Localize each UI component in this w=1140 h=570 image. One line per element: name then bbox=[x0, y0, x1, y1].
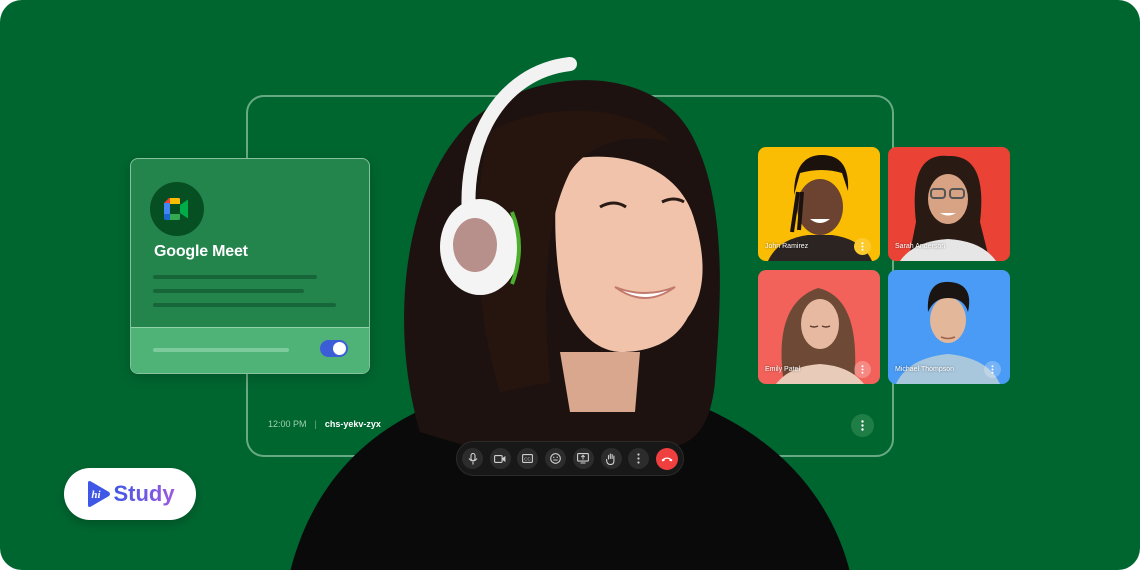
meeting-code: chs-yekv-zyx bbox=[324, 419, 381, 429]
participant-name: John Ramirez bbox=[765, 243, 809, 250]
meet-logo-badge bbox=[150, 182, 204, 236]
participant-more-button[interactable] bbox=[854, 238, 871, 255]
toggle-knob bbox=[333, 342, 346, 355]
info-separator: | bbox=[314, 419, 317, 429]
video-camera-icon bbox=[494, 454, 506, 463]
hand-icon bbox=[606, 452, 615, 465]
meeting-info: 12:00 PM | chs-yekv-zyx bbox=[268, 419, 381, 429]
more-vertical-icon bbox=[861, 420, 864, 431]
participant-tile[interactable]: Emily Patel bbox=[758, 270, 880, 384]
google-meet-logo-icon bbox=[164, 198, 188, 220]
camera-button[interactable] bbox=[489, 448, 511, 469]
meeting-time: 12:00 PM bbox=[268, 419, 307, 429]
play-badge-icon: hi bbox=[88, 481, 111, 507]
more-vertical-icon bbox=[991, 365, 994, 374]
more-vertical-icon bbox=[861, 242, 864, 251]
brand-mark: hi bbox=[92, 489, 102, 501]
google-meet-card: Google Meet bbox=[130, 158, 370, 374]
present-screen-icon bbox=[577, 453, 590, 464]
reactions-button[interactable] bbox=[545, 448, 567, 469]
card-title: Google Meet bbox=[154, 243, 248, 260]
participant-more-button[interactable] bbox=[984, 361, 1001, 378]
participant-more-button[interactable] bbox=[854, 361, 871, 378]
more-vertical-icon bbox=[861, 365, 864, 374]
emoji-icon bbox=[550, 453, 561, 464]
hero-banner: Google Meet 12:00 PM | chs-yekv-zyx CC J… bbox=[0, 0, 1140, 570]
hang-up-icon bbox=[661, 457, 673, 461]
more-options-button[interactable] bbox=[628, 448, 650, 469]
present-screen-button[interactable] bbox=[572, 448, 594, 469]
participant-tile[interactable]: Michael Thompson bbox=[888, 270, 1010, 384]
card-footer bbox=[131, 327, 369, 373]
footer-placeholder-bar bbox=[153, 348, 289, 352]
participant-name: Emily Patel bbox=[765, 366, 801, 373]
call-controls-bar: CC bbox=[456, 441, 684, 476]
raise-hand-button[interactable] bbox=[600, 448, 622, 469]
participant-name: Sarah Anderson bbox=[895, 243, 946, 250]
histudy-logo[interactable]: hi Study bbox=[64, 468, 196, 520]
participant-name: Michael Thompson bbox=[895, 366, 955, 373]
meet-toggle-switch[interactable] bbox=[320, 340, 348, 357]
brand-name: Study bbox=[113, 481, 175, 506]
participant-tile[interactable]: Sarah Anderson bbox=[888, 147, 1010, 261]
meeting-more-button[interactable] bbox=[851, 414, 874, 437]
svg-text:CC: CC bbox=[525, 456, 532, 461]
microphone-button[interactable] bbox=[462, 448, 483, 469]
microphone-icon bbox=[468, 452, 477, 464]
text-placeholder-line bbox=[153, 303, 336, 307]
text-placeholder-line bbox=[153, 289, 304, 293]
captions-button[interactable]: CC bbox=[517, 448, 539, 469]
participant-tile[interactable]: John Ramirez bbox=[758, 147, 880, 261]
more-vertical-icon bbox=[637, 453, 640, 464]
closed-captions-icon: CC bbox=[522, 454, 534, 463]
leave-call-button[interactable] bbox=[655, 447, 678, 470]
text-placeholder-line bbox=[153, 275, 317, 279]
